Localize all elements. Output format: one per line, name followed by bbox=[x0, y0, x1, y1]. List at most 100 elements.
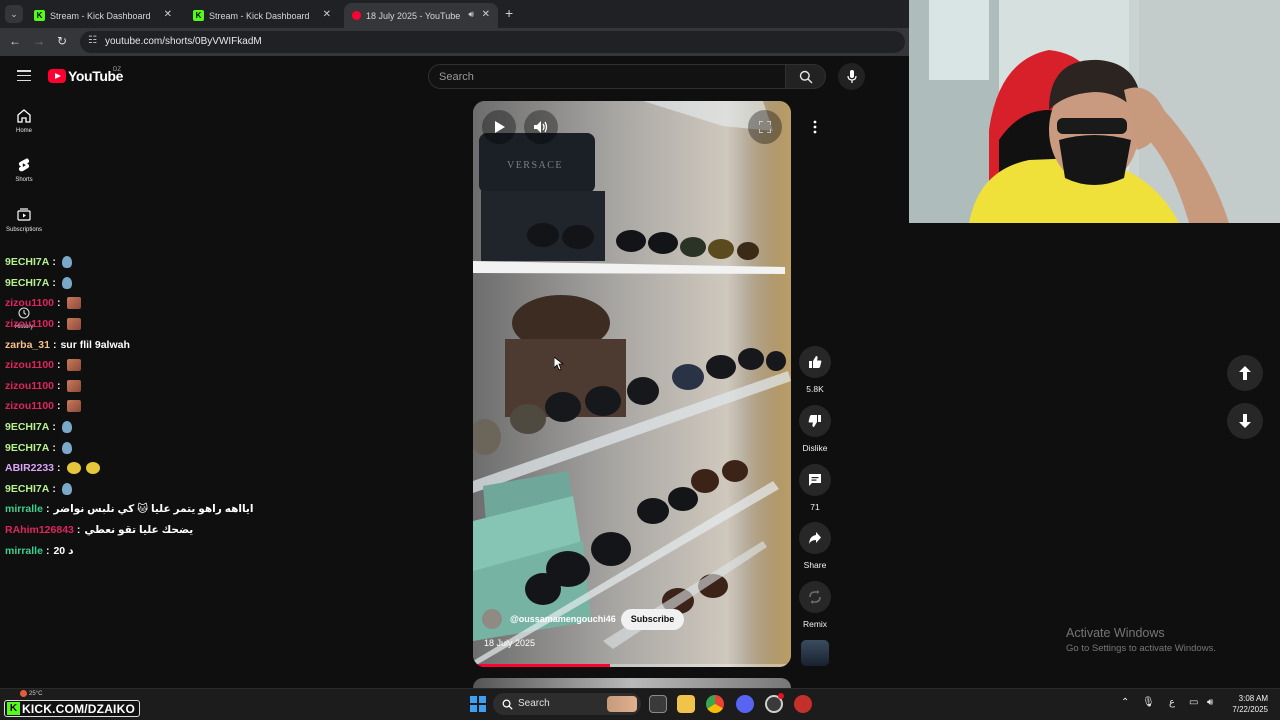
more-options-button[interactable] bbox=[801, 113, 829, 141]
weather-widget[interactable]: 25°C bbox=[20, 690, 42, 697]
guide-item-shorts[interactable]: Shorts bbox=[0, 157, 48, 183]
remix-button[interactable]: Remix bbox=[799, 581, 831, 629]
play-icon bbox=[495, 121, 505, 133]
tray-chevron-up-icon[interactable]: ⌃ bbox=[1121, 697, 1129, 708]
forward-arrow-icon[interactable]: → bbox=[33, 34, 45, 48]
subscribe-button[interactable]: Subscribe bbox=[621, 609, 684, 630]
chat-username[interactable]: zizou1100 bbox=[5, 400, 54, 412]
tray-network-icon[interactable]: ▭ bbox=[1189, 697, 1198, 708]
browser-tab-youtube[interactable]: 18 July 2025 - YouTube 🔊︎ ✕ bbox=[344, 3, 498, 28]
windows-start-icon[interactable] bbox=[470, 696, 486, 712]
site-settings-icon[interactable]: ☷ bbox=[88, 35, 97, 46]
subscriptions-icon bbox=[17, 208, 31, 221]
chrome-icon[interactable] bbox=[706, 695, 724, 713]
new-tab-button[interactable]: + bbox=[505, 5, 513, 21]
chat-username[interactable]: 9ECHI7A bbox=[5, 256, 49, 268]
tab-search-button[interactable]: ⌄ bbox=[5, 5, 23, 23]
guide-item-home[interactable]: Home bbox=[0, 108, 48, 134]
chat-username[interactable]: zizou1100 bbox=[5, 318, 54, 330]
progress-fill bbox=[473, 664, 610, 667]
chat-emote-icon bbox=[66, 359, 81, 372]
voice-search-button[interactable] bbox=[838, 63, 865, 90]
address-bar[interactable]: ☷ youtube.com/shorts/0ByVWIFkadM bbox=[80, 31, 905, 53]
channel-avatar[interactable] bbox=[482, 609, 502, 629]
shorts-video-player[interactable]: VERSACE @oussamamengouchi46 Subscribe 18… bbox=[473, 101, 791, 667]
comments-button[interactable]: 71 bbox=[799, 464, 831, 512]
guide-menu-icon[interactable] bbox=[17, 70, 31, 82]
kick-icon: K bbox=[193, 10, 204, 21]
browser-tab-kick-dashboard-2[interactable]: K Stream - Kick Dashboard ✕ bbox=[185, 3, 339, 28]
chat-username[interactable]: zarba_31 bbox=[5, 339, 50, 351]
media-player-icon[interactable] bbox=[794, 695, 812, 713]
chat-separator: : bbox=[57, 359, 61, 372]
guide-label: Subscriptions bbox=[5, 227, 43, 233]
chat-username[interactable]: RAhim126843 bbox=[5, 524, 74, 536]
youtube-logo-icon[interactable] bbox=[48, 69, 66, 83]
volume-icon bbox=[534, 121, 548, 133]
search-button[interactable] bbox=[786, 64, 826, 89]
reload-icon[interactable]: ↻ bbox=[57, 34, 67, 48]
chat-separator: : bbox=[52, 256, 56, 269]
chat-username[interactable]: 9ECHI7A bbox=[5, 421, 49, 433]
chat-username[interactable]: zizou1100 bbox=[5, 297, 54, 309]
discord-icon[interactable] bbox=[736, 695, 754, 713]
close-icon[interactable]: ✕ bbox=[482, 9, 490, 20]
thumbs-up-icon bbox=[809, 356, 822, 368]
video-frame: VERSACE bbox=[473, 101, 791, 667]
chat-username[interactable]: 9ECHI7A bbox=[5, 277, 49, 289]
task-view-icon[interactable] bbox=[649, 695, 667, 713]
chat-separator: : bbox=[52, 482, 56, 495]
taskbar-search[interactable]: Search bbox=[493, 693, 641, 715]
chat-emote-icon bbox=[61, 256, 72, 269]
chat-username[interactable]: mirralle bbox=[5, 503, 43, 515]
input-language-indicator[interactable]: ع bbox=[1169, 697, 1175, 708]
share-button[interactable]: Share bbox=[799, 522, 831, 570]
dislike-label: Dislike bbox=[802, 443, 828, 453]
microphone-icon bbox=[846, 69, 857, 83]
dislike-button[interactable]: Dislike bbox=[799, 405, 831, 453]
close-icon[interactable]: ✕ bbox=[164, 9, 172, 20]
previous-short-button[interactable] bbox=[1227, 355, 1263, 391]
close-icon[interactable]: ✕ bbox=[323, 9, 331, 20]
chat-username[interactable]: ABIR2233 bbox=[5, 462, 54, 474]
chat-emote-icon bbox=[66, 297, 81, 310]
video-progress-bar[interactable] bbox=[473, 664, 791, 667]
clock-time: 3:08 AM bbox=[1238, 694, 1268, 703]
sound-thumbnail[interactable] bbox=[801, 640, 829, 666]
chat-username[interactable]: zizou1100 bbox=[5, 380, 54, 392]
search-icon bbox=[799, 70, 813, 84]
chat-emote-icon bbox=[61, 421, 72, 434]
chat-username[interactable]: zizou1100 bbox=[5, 359, 54, 371]
browser-tab-kick-dashboard-1[interactable]: K Stream - Kick Dashboard ✕ bbox=[26, 3, 180, 28]
chat-message: zizou1100: bbox=[5, 314, 425, 335]
search-box[interactable] bbox=[428, 64, 786, 89]
tray-volume-icon[interactable]: 🔊︎ bbox=[1207, 697, 1213, 708]
mute-button[interactable] bbox=[524, 110, 558, 144]
chat-separator: : bbox=[57, 462, 61, 475]
chat-message: 9ECHI7A: bbox=[5, 479, 425, 500]
chat-message: zizou1100: bbox=[5, 376, 425, 397]
shorts-icon bbox=[18, 158, 30, 172]
arrow-down-icon bbox=[1239, 414, 1251, 428]
chat-separator: : bbox=[52, 421, 56, 434]
file-explorer-icon[interactable] bbox=[677, 695, 695, 713]
more-vert-icon bbox=[813, 120, 817, 134]
chat-message: mirralle: ايااهه راهو يتمر عليا 🐱 كي نلبس… bbox=[5, 499, 425, 520]
taskbar-clock[interactable]: 3:08 AM 7/22/2025 bbox=[1222, 693, 1268, 715]
chat-emote-icon bbox=[66, 400, 81, 413]
tray-microphone-icon[interactable]: 🎙︎ bbox=[1142, 697, 1155, 708]
like-button[interactable]: 5.8K bbox=[799, 346, 831, 394]
fullscreen-button[interactable] bbox=[748, 110, 782, 144]
webcam-overlay bbox=[909, 0, 1280, 223]
chat-separator: : bbox=[57, 318, 61, 331]
speaker-icon[interactable]: 🔊︎ bbox=[468, 9, 474, 20]
next-short-button[interactable] bbox=[1227, 403, 1263, 439]
chat-username[interactable]: mirralle bbox=[5, 545, 43, 557]
search-input[interactable] bbox=[439, 69, 769, 85]
back-arrow-icon[interactable]: ← bbox=[9, 34, 21, 48]
chat-username[interactable]: 9ECHI7A bbox=[5, 442, 49, 454]
chat-username[interactable]: 9ECHI7A bbox=[5, 483, 49, 495]
guide-item-subscriptions[interactable]: Subscriptions bbox=[0, 207, 48, 233]
channel-name[interactable]: @oussamamengouchi46 bbox=[510, 614, 616, 624]
play-button[interactable] bbox=[482, 110, 516, 144]
